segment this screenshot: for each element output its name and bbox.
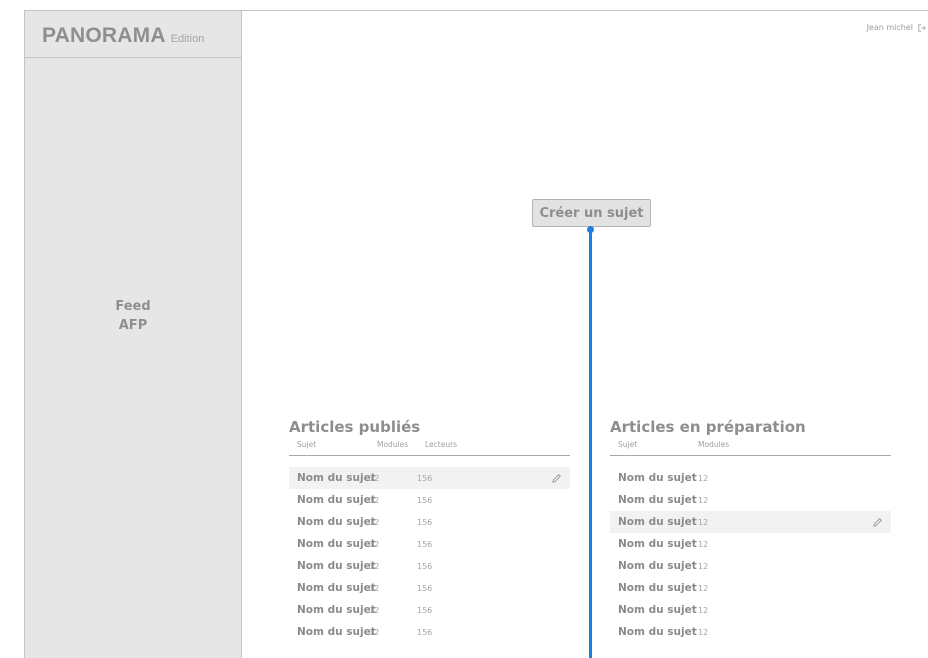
modules-count: 12 — [698, 473, 709, 483]
table-row[interactable]: Nom du sujet 12 — [610, 533, 891, 555]
table-row[interactable]: Nom du sujet 12 156 — [289, 621, 570, 643]
modules-count: 12 — [698, 495, 709, 505]
modules-count: 12 — [369, 583, 380, 593]
table-row[interactable]: Nom du sujet 12 — [610, 577, 891, 599]
modules-count: 12 — [369, 605, 380, 615]
subject-name: Nom du sujet — [297, 494, 376, 506]
subject-name: Nom du sujet — [618, 582, 697, 594]
modules-count: 12 — [369, 517, 380, 527]
sidebar: PANORAMA Edition Feed AFP — [24, 10, 242, 658]
subject-name: Nom du sujet — [618, 538, 697, 550]
table-row[interactable]: Nom du sujet 12 156 — [289, 489, 570, 511]
table-row[interactable]: Nom du sujet 12 156 — [289, 467, 570, 489]
header-divider — [242, 10, 928, 11]
subject-name: Nom du sujet — [618, 560, 697, 572]
modules-count: 12 — [369, 539, 380, 549]
feed-label: Feed — [115, 299, 151, 314]
table-row[interactable]: Nom du sujet 12 156 — [289, 599, 570, 621]
column-header-lecteurs[interactable]: Lecteurs — [425, 440, 457, 449]
modules-count: 12 — [698, 583, 709, 593]
table-row[interactable]: Nom du sujet 12 156 — [289, 555, 570, 577]
readers-count: 156 — [417, 561, 433, 571]
readers-count: 156 — [417, 627, 433, 637]
readers-count: 156 — [417, 539, 433, 549]
subject-name: Nom du sujet — [618, 626, 697, 638]
table-row[interactable]: Nom du sujet 12 — [610, 467, 891, 489]
user-name: Jean michel — [866, 23, 913, 32]
table-row[interactable]: Nom du sujet 12 156 — [289, 511, 570, 533]
preparation-title: Articles en préparation — [610, 418, 806, 436]
logout-icon[interactable] — [918, 23, 926, 32]
published-articles-table: Articles publiés Sujet Modules Lecteurs … — [289, 418, 570, 643]
connector-dot — [587, 226, 594, 233]
table-header: Sujet Modules Lecteurs — [289, 440, 570, 456]
published-title: Articles publiés — [289, 418, 421, 436]
readers-count: 156 — [417, 517, 433, 527]
subject-name: Nom du sujet — [297, 472, 376, 484]
column-header-modules[interactable]: Modules — [698, 440, 746, 449]
subject-name: Nom du sujet — [297, 604, 376, 616]
preparation-articles-table: Articles en préparation Sujet Modules No… — [610, 418, 891, 643]
modules-count: 12 — [369, 473, 380, 483]
subject-name: Nom du sujet — [297, 560, 376, 572]
brand-header[interactable]: PANORAMA Edition — [25, 11, 241, 58]
feed-afp[interactable]: Feed AFP — [25, 297, 241, 335]
user-menu[interactable]: Jean michel — [867, 23, 926, 32]
subject-name: Nom du sujet — [297, 516, 376, 528]
modules-count: 12 — [369, 627, 380, 637]
modules-count: 12 — [369, 495, 380, 505]
connector-line — [589, 229, 592, 658]
subject-name: Nom du sujet — [618, 472, 697, 484]
modules-count: 12 — [698, 561, 709, 571]
table-row[interactable]: Nom du sujet 12 — [610, 555, 891, 577]
table-row[interactable]: Nom du sujet 12 — [610, 489, 891, 511]
subject-name: Nom du sujet — [297, 626, 376, 638]
table-row[interactable]: Nom du sujet 12 — [610, 599, 891, 621]
table-row[interactable]: Nom du sujet 12 156 — [289, 533, 570, 555]
column-header-sujet[interactable]: Sujet — [289, 440, 377, 449]
subject-name: Nom du sujet — [297, 582, 376, 594]
column-header-sujet[interactable]: Sujet — [610, 440, 698, 449]
readers-count: 156 — [417, 473, 433, 483]
table-row[interactable]: Nom du sujet 12 — [610, 511, 891, 533]
edit-pencil-icon[interactable] — [551, 473, 562, 484]
modules-count: 12 — [698, 627, 709, 637]
create-subject-button[interactable]: Créer un sujet — [532, 199, 651, 227]
subject-name: Nom du sujet — [618, 516, 697, 528]
readers-count: 156 — [417, 495, 433, 505]
readers-count: 156 — [417, 583, 433, 593]
table-header: Sujet Modules — [610, 440, 891, 456]
brand-name: PANORAMA — [42, 24, 166, 47]
brand-edition: Edition — [170, 33, 205, 45]
table-row[interactable]: Nom du sujet 12 156 — [289, 577, 570, 599]
subject-name: Nom du sujet — [618, 604, 697, 616]
modules-count: 12 — [369, 561, 380, 571]
subject-name: Nom du sujet — [618, 494, 697, 506]
readers-count: 156 — [417, 605, 433, 615]
modules-count: 12 — [698, 517, 709, 527]
subject-name: Nom du sujet — [297, 538, 376, 550]
column-header-modules[interactable]: Modules — [377, 440, 425, 449]
modules-count: 12 — [698, 605, 709, 615]
feed-source-label: AFP — [118, 318, 148, 333]
modules-count: 12 — [698, 539, 709, 549]
edit-pencil-icon[interactable] — [872, 517, 883, 528]
table-row[interactable]: Nom du sujet 12 — [610, 621, 891, 643]
